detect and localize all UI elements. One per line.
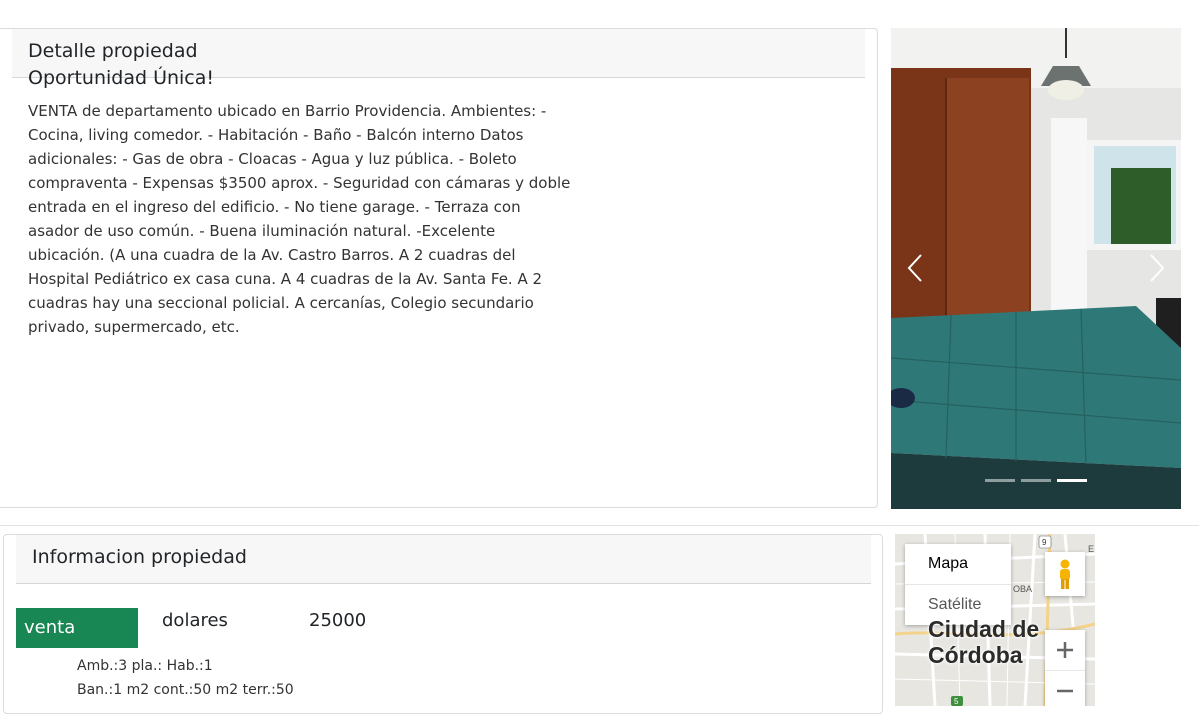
price-value: 25000 — [309, 610, 367, 631]
operation-badge: venta — [16, 608, 138, 648]
location-map[interactable]: 9 5 E OBA Mapa Satélite Ciudad de Córdob… — [895, 534, 1095, 706]
map-label-e: E — [1088, 544, 1094, 554]
property-info-header-title: Informacion propiedad — [32, 546, 247, 568]
map-city-label: Ciudad de Córdoba — [928, 616, 1039, 668]
currency-label: dolares — [162, 610, 228, 631]
chevron-left-icon — [907, 254, 922, 282]
route-5-label: 5 — [954, 697, 959, 706]
map-type-control: Mapa Satélite — [905, 544, 1011, 625]
map-label-oba: OBA — [1013, 584, 1032, 594]
map-type-map-button[interactable]: Mapa — [905, 544, 1011, 584]
plus-icon — [1057, 642, 1073, 658]
property-features-line-2: Ban.:1 m2 cont.:50 m2 terr.:50 — [77, 682, 294, 698]
property-detail-header-title: Detalle propiedad — [28, 40, 198, 62]
property-description: VENTA de departamento ubicado en Barrio … — [28, 102, 571, 336]
zoom-in-button[interactable] — [1045, 630, 1085, 671]
carousel-prev-button[interactable] — [895, 240, 935, 296]
zoom-out-button[interactable] — [1045, 671, 1085, 706]
property-info-header: Informacion propiedad — [16, 535, 871, 584]
section-divider — [0, 525, 1199, 526]
property-features-line-1: Amb.:3 pla.: Hab.:1 — [77, 658, 213, 674]
map-zoom-control — [1045, 630, 1085, 706]
chevron-right-icon — [1150, 254, 1165, 282]
carousel-next-button[interactable] — [1137, 240, 1177, 296]
carousel-indicator-1[interactable] — [985, 479, 1015, 482]
street-view-button[interactable] — [1045, 552, 1085, 596]
property-title: Oportunidad Única! — [28, 67, 215, 89]
carousel-indicators — [985, 479, 1087, 482]
route-9-label: 9 — [1042, 538, 1047, 547]
carousel-indicator-2[interactable] — [1021, 479, 1051, 482]
pegman-icon — [1060, 559, 1070, 589]
minus-icon — [1057, 689, 1073, 693]
map-city-line-2: Córdoba — [928, 642, 1023, 668]
carousel-indicator-3[interactable] — [1057, 479, 1087, 482]
photo-carousel[interactable] — [891, 28, 1181, 509]
map-city-line-1: Ciudad de — [928, 616, 1040, 642]
